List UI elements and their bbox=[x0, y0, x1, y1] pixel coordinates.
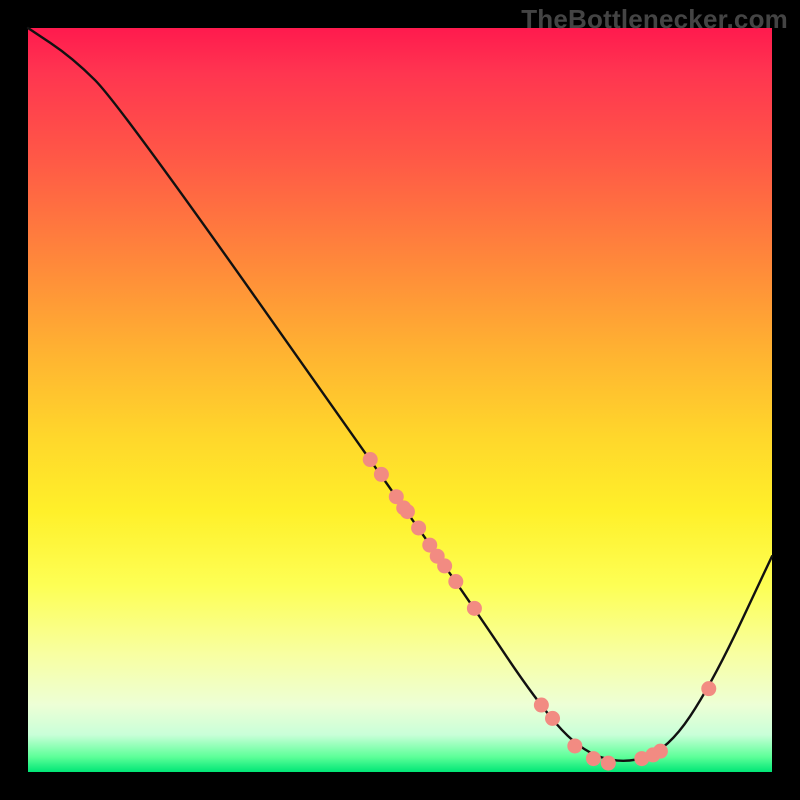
data-marker bbox=[601, 756, 616, 771]
chart-overlay bbox=[28, 28, 772, 772]
data-marker bbox=[400, 504, 415, 519]
data-marker bbox=[586, 751, 601, 766]
plot-area bbox=[28, 28, 772, 772]
data-marker bbox=[448, 574, 463, 589]
data-marker bbox=[567, 738, 582, 753]
data-marker bbox=[701, 681, 716, 696]
data-marker bbox=[653, 744, 668, 759]
chart-stage: TheBottlenecker.com bbox=[0, 0, 800, 800]
data-marker bbox=[545, 711, 560, 726]
data-markers bbox=[363, 452, 717, 771]
data-marker bbox=[411, 520, 426, 535]
data-marker bbox=[374, 467, 389, 482]
data-marker bbox=[363, 452, 378, 467]
watermark-text: TheBottlenecker.com bbox=[521, 4, 788, 35]
data-marker bbox=[467, 601, 482, 616]
data-marker bbox=[437, 558, 452, 573]
bottleneck-curve bbox=[28, 28, 772, 761]
data-marker bbox=[534, 698, 549, 713]
